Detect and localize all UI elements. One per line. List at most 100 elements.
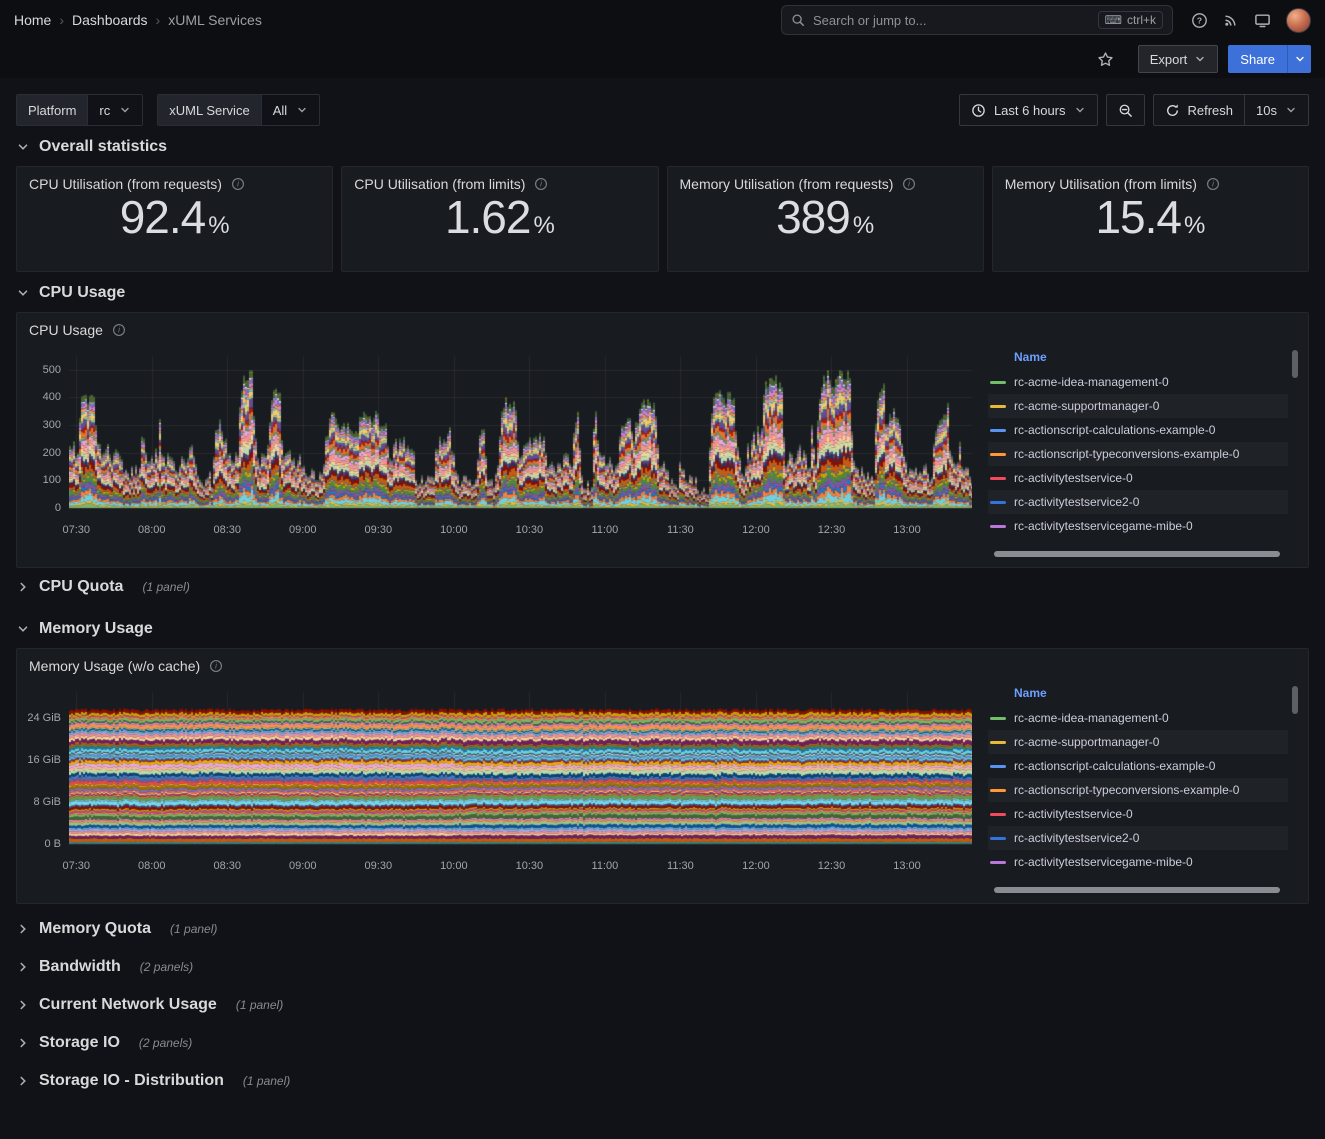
info-icon[interactable]: i (231, 177, 245, 191)
legend-row[interactable]: rc-activitytestservice2-0 (988, 490, 1288, 514)
y-tick-label: 300 (43, 419, 61, 431)
x-tick-label: 09:30 (365, 860, 393, 872)
info-icon[interactable]: i (534, 177, 548, 191)
section-panel-count: (1 panel) (142, 580, 189, 594)
section-title: CPU Quota (39, 578, 123, 596)
legend-row[interactable]: rc-activitytestservice-0 (988, 802, 1288, 826)
x-tick-label: 10:00 (440, 524, 468, 536)
legend-horizontal-scrollbar[interactable] (994, 551, 1280, 557)
breadcrumb-dashboards[interactable]: Dashboards (72, 12, 148, 28)
x-tick-label: 08:30 (214, 860, 242, 872)
y-tick-label: 100 (43, 474, 61, 486)
series-color-chip (990, 837, 1006, 840)
cpu-usage-plot-area: 0100200300400500 07:3008:0008:3009:0009:… (23, 342, 974, 561)
legend-row[interactable]: rc-acme-supportmanager-0 (988, 394, 1288, 418)
section-memory-quota[interactable]: Memory Quota (1 panel) (16, 910, 1309, 948)
dashboard-toolbar: Export Share (0, 40, 1325, 78)
refresh-interval-dropdown[interactable]: 10s (1245, 94, 1309, 126)
monitor-icon[interactable] (1254, 12, 1271, 29)
x-tick-label: 11:00 (592, 524, 619, 536)
legend-name-column-header[interactable]: Name (988, 342, 1288, 370)
x-tick-label: 11:00 (592, 860, 619, 872)
series-name: rc-acme-supportmanager-0 (1014, 399, 1159, 413)
info-icon[interactable]: i (209, 659, 223, 673)
platform-variable-dropdown[interactable]: Platform rc (16, 94, 143, 126)
export-button[interactable]: Export (1138, 45, 1219, 73)
dashboard-body: Platform rc xUML Service All Last 6 hour… (0, 94, 1325, 1100)
section-panel-count: (1 panel) (243, 1074, 290, 1088)
section-bandwidth[interactable]: Bandwidth (2 panels) (16, 948, 1309, 986)
section-storage-io[interactable]: Storage IO (2 panels) (16, 1024, 1309, 1062)
refresh-button-label: Refresh (1188, 103, 1234, 118)
info-icon[interactable]: i (902, 177, 916, 191)
legend-row[interactable]: rc-actionscript-calculations-example-0 (988, 418, 1288, 442)
news-rss-icon[interactable] (1223, 12, 1239, 28)
legend-row[interactable]: rc-activitytestservicegame-mibe-0 (988, 850, 1288, 874)
info-icon[interactable]: i (1206, 177, 1220, 191)
user-avatar[interactable] (1286, 8, 1311, 33)
section-title: Memory Usage (39, 620, 153, 638)
legend-row[interactable]: rc-acme-supportmanager-0 (988, 730, 1288, 754)
section-memory-usage[interactable]: Memory Usage (16, 610, 1309, 648)
stat-unit: % (1184, 212, 1205, 240)
section-panel-count: (1 panel) (236, 998, 283, 1012)
x-tick-label: 10:30 (516, 524, 544, 536)
share-options-caret[interactable] (1287, 45, 1311, 73)
breadcrumb-current-page: xUML Services (168, 12, 262, 28)
series-name: rc-activitytestservice2-0 (1014, 831, 1139, 845)
legend-row[interactable]: rc-acme-idea-management-0 (988, 370, 1288, 394)
search-input[interactable]: Search or jump to... ⌨ ctrl+k (781, 5, 1173, 35)
legend-row[interactable]: rc-actionscript-typeconversions-example-… (988, 442, 1288, 466)
zoom-out-icon (1118, 103, 1133, 118)
legend-vertical-scrollbar[interactable] (1292, 350, 1298, 378)
series-color-chip (990, 381, 1006, 384)
section-overall-statistics[interactable]: Overall statistics (16, 128, 1309, 166)
series-name: rc-actionscript-typeconversions-example-… (1014, 783, 1239, 797)
legend-name-column-header[interactable]: Name (988, 678, 1288, 706)
x-tick-label: 10:00 (440, 860, 468, 872)
section-cpu-usage[interactable]: CPU Usage (16, 274, 1309, 312)
info-icon[interactable]: i (112, 323, 126, 337)
panel-title[interactable]: Memory Usage (w/o cache) (29, 658, 200, 674)
search-shortcut-label: ctrl+k (1127, 13, 1156, 27)
legend-row[interactable]: rc-actionscript-typeconversions-example-… (988, 778, 1288, 802)
x-tick-label: 07:30 (62, 524, 90, 536)
help-icon[interactable]: ? (1191, 12, 1208, 29)
favorite-star-icon[interactable] (1097, 51, 1114, 68)
series-name: rc-activitytestservicegame-mibe-0 (1014, 855, 1193, 869)
svg-text:?: ? (1197, 15, 1202, 25)
legend-row[interactable]: rc-actionscript-calculations-example-0 (988, 754, 1288, 778)
section-cpu-quota[interactable]: CPU Quota (1 panel) (16, 568, 1309, 606)
legend-horizontal-scrollbar[interactable] (994, 887, 1280, 893)
x-tick-label: 12:30 (818, 524, 846, 536)
legend-row[interactable]: rc-activitytestservicegame-mibe-0 (988, 514, 1288, 538)
section-storage-io-distribution[interactable]: Storage IO - Distribution (1 panel) (16, 1062, 1309, 1100)
series-name: rc-activitytestservicegame-mibe-0 (1014, 519, 1193, 533)
legend-row[interactable]: rc-acme-idea-management-0 (988, 706, 1288, 730)
cpu-usage-chart[interactable] (69, 348, 972, 518)
section-title: Bandwidth (39, 958, 121, 976)
section-title: Overall statistics (39, 138, 167, 156)
legend-row[interactable]: rc-activitytestservice-0 (988, 466, 1288, 490)
refresh-interval-value: 10s (1256, 103, 1277, 118)
share-button[interactable]: Share (1228, 45, 1287, 73)
stat-panel-cpu-limits: CPU Utilisation (from limits) i 1.62 % (341, 166, 658, 272)
legend-row[interactable]: rc-activitytestservice2-0 (988, 826, 1288, 850)
breadcrumb-home[interactable]: Home (14, 12, 51, 28)
x-axis-labels: 07:3008:0008:3009:0009:3010:0010:3011:00… (23, 524, 974, 540)
section-current-network-usage[interactable]: Current Network Usage (1 panel) (16, 986, 1309, 1024)
time-range-label: Last 6 hours (994, 103, 1066, 118)
xuml-service-variable-dropdown[interactable]: xUML Service All (157, 94, 320, 126)
series-name: rc-activitytestservice2-0 (1014, 495, 1139, 509)
legend-vertical-scrollbar[interactable] (1292, 686, 1298, 714)
zoom-out-button[interactable] (1106, 94, 1145, 126)
time-range-picker[interactable]: Last 6 hours (959, 94, 1098, 126)
y-tick-label: 0 (55, 502, 61, 514)
memory-usage-chart[interactable] (69, 684, 972, 854)
svg-text:i: i (1212, 180, 1214, 189)
stat-panel-memory-requests: Memory Utilisation (from requests) i 389… (667, 166, 984, 272)
stat-panels-row: CPU Utilisation (from requests) i 92.4 %… (16, 166, 1309, 272)
refresh-button[interactable]: Refresh (1153, 94, 1246, 126)
cpu-usage-panel: CPU Usage i 0100200300400500 07:3008:000… (16, 312, 1309, 568)
panel-title[interactable]: CPU Usage (29, 322, 103, 338)
